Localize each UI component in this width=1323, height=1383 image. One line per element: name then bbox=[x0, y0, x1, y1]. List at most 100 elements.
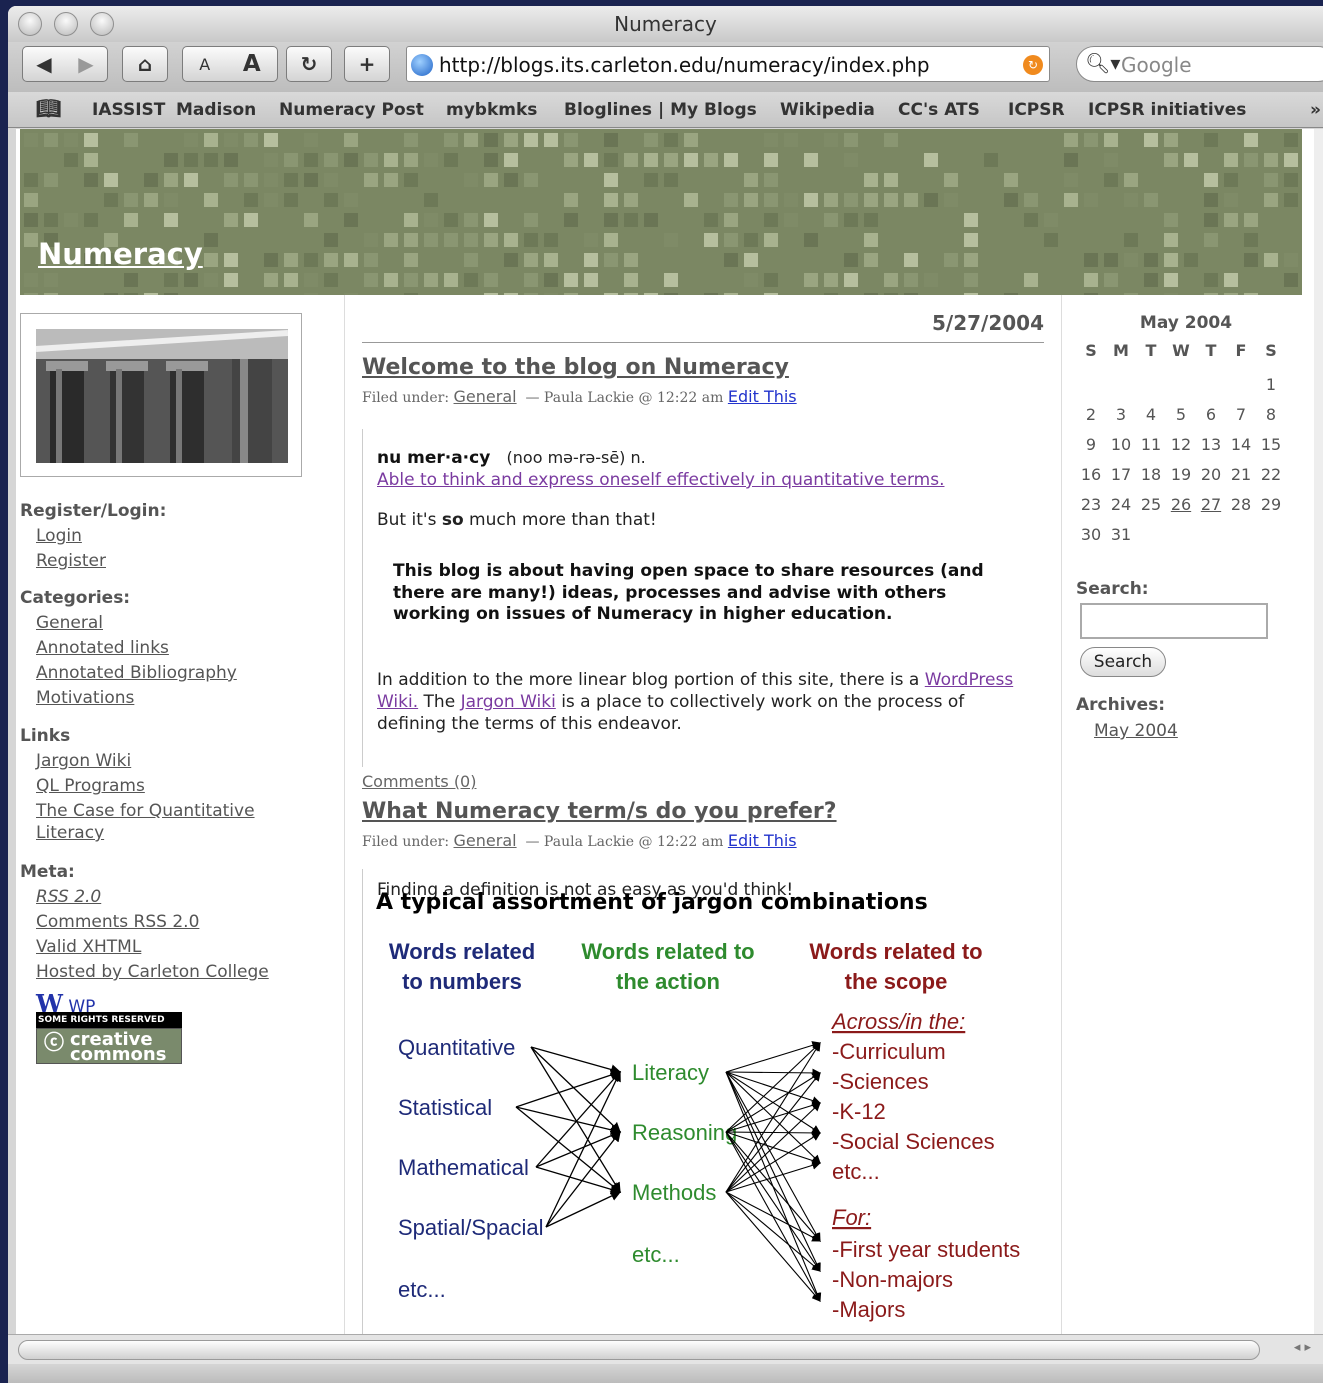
header-tile bbox=[124, 193, 138, 207]
creative-commons-badge[interactable]: SOME RIGHTS RESERVED ⓒ creative commons bbox=[36, 1012, 182, 1064]
bookmark-item[interactable]: Bloglines | My Blogs bbox=[564, 100, 757, 120]
category-link[interactable]: General bbox=[454, 387, 517, 406]
valid-xhtml-link[interactable]: Valid XHTML bbox=[36, 937, 141, 957]
category-link[interactable]: General bbox=[454, 831, 517, 850]
header-tile bbox=[404, 253, 418, 267]
post-title[interactable]: Welcome to the blog on Numeracy bbox=[362, 355, 789, 380]
text-smaller-icon[interactable]: A bbox=[199, 55, 210, 74]
header-tile bbox=[1284, 153, 1298, 167]
text-bigger-icon[interactable]: A bbox=[243, 51, 261, 77]
header-tile bbox=[824, 293, 838, 295]
login-link[interactable]: Login bbox=[36, 526, 82, 546]
bookmark-item[interactable]: mybkmks bbox=[446, 100, 537, 120]
header-tile bbox=[284, 153, 298, 167]
calendar-day-link[interactable]: 26 bbox=[1166, 495, 1196, 514]
header-tile bbox=[584, 253, 598, 267]
vertical-scrollbar[interactable] bbox=[1314, 129, 1323, 1334]
header-tile bbox=[184, 153, 198, 167]
link-case-quantitative[interactable]: The Case for Quantitative bbox=[36, 801, 255, 821]
link-jargon-wiki[interactable]: Jargon Wiki bbox=[36, 751, 131, 771]
rss-link[interactable]: RSS 2.0 bbox=[36, 887, 101, 907]
bookmark-item[interactable]: Numeracy Post bbox=[279, 100, 424, 120]
scope-across-label: Across/in the: bbox=[830, 1009, 965, 1034]
connector-arrow bbox=[725, 1131, 821, 1272]
bookmarks-overflow-icon[interactable]: » bbox=[1310, 100, 1321, 120]
header-tile bbox=[1244, 213, 1258, 227]
scope-word: -Majors bbox=[832, 1297, 905, 1322]
bookmark-item[interactable]: ICPSR bbox=[1008, 100, 1065, 120]
snapback-icon[interactable]: ↻ bbox=[1023, 55, 1043, 75]
bookmark-item[interactable]: Wikipedia bbox=[780, 100, 875, 120]
header-tile bbox=[504, 233, 518, 247]
back-arrow-icon[interactable]: ◀ bbox=[36, 52, 51, 76]
globe-icon bbox=[411, 54, 433, 76]
register-link[interactable]: Register bbox=[36, 551, 106, 571]
jargon-combinations-figure: A typical assortment of jargon combinati… bbox=[376, 890, 1020, 1322]
scroll-arrows-icon[interactable]: ◂ ▸ bbox=[1294, 1340, 1311, 1355]
header-tile bbox=[44, 213, 58, 227]
calendar-day-link[interactable]: 27 bbox=[1196, 495, 1226, 514]
category-link[interactable]: Motivations bbox=[36, 688, 134, 708]
header-tile bbox=[624, 293, 638, 295]
definition-text[interactable]: Able to think and express oneself effect… bbox=[377, 470, 944, 490]
bookmark-item[interactable]: CC's ATS bbox=[898, 100, 980, 120]
address-bar[interactable]: http://blogs.its.carleton.edu/numeracy/i… bbox=[406, 46, 1050, 82]
header-tile bbox=[864, 253, 878, 267]
bookmark-item[interactable]: IASSIST bbox=[92, 100, 165, 120]
header-tile bbox=[884, 173, 898, 187]
comments-link[interactable]: Comments (0) bbox=[362, 772, 476, 791]
edit-link[interactable]: Edit This bbox=[728, 831, 797, 850]
header-tile bbox=[204, 273, 218, 287]
link-ql-programs[interactable]: QL Programs bbox=[36, 776, 145, 796]
link-case-quantitative-cont[interactable]: Literacy bbox=[36, 823, 104, 843]
jargon-wiki-link[interactable]: Jargon Wiki bbox=[461, 692, 556, 712]
archive-link[interactable]: May 2004 bbox=[1094, 721, 1178, 741]
bookmark-item[interactable]: Madison bbox=[176, 100, 256, 120]
header-tile bbox=[284, 253, 298, 267]
calendar-day: 25 bbox=[1140, 495, 1162, 514]
blog-search-input[interactable] bbox=[1080, 603, 1268, 639]
search-icon[interactable]: 🔍︎▾ bbox=[1085, 51, 1120, 75]
back-forward-buttons[interactable]: ◀ ▶ bbox=[22, 46, 108, 82]
category-link[interactable]: Annotated Bibliography bbox=[36, 663, 237, 683]
header-tile bbox=[364, 253, 378, 267]
reload-icon: ↻ bbox=[300, 52, 318, 76]
header-tile bbox=[1004, 293, 1018, 295]
header-tile bbox=[924, 153, 938, 167]
header-tile bbox=[844, 273, 858, 287]
reload-button[interactable]: ↻ bbox=[286, 46, 332, 82]
site-title[interactable]: Numeracy bbox=[38, 237, 203, 271]
category-link[interactable]: Annotated links bbox=[36, 638, 169, 658]
category-link[interactable]: General bbox=[36, 613, 103, 633]
hosted-by-link[interactable]: Hosted by Carleton College bbox=[36, 962, 269, 982]
add-bookmark-button[interactable]: + bbox=[344, 46, 390, 82]
search-button[interactable]: Search bbox=[1080, 647, 1166, 677]
header-tile bbox=[564, 213, 578, 227]
post-title[interactable]: What Numeracy term/s do you prefer? bbox=[362, 799, 837, 824]
header-tile bbox=[444, 153, 458, 167]
url-text[interactable]: http://blogs.its.carleton.edu/numeracy/i… bbox=[439, 53, 930, 77]
search-field[interactable]: 🔍︎▾ Google bbox=[1076, 46, 1323, 82]
header-tile bbox=[1064, 173, 1078, 187]
header-tile bbox=[944, 173, 958, 187]
horizontal-scrollbar[interactable]: ◂ ▸ bbox=[8, 1334, 1323, 1364]
header-tile bbox=[1284, 193, 1298, 207]
bookmark-item[interactable]: ICPSR initiatives bbox=[1088, 100, 1246, 120]
comments-rss-link[interactable]: Comments RSS 2.0 bbox=[36, 912, 199, 932]
header-tile bbox=[604, 173, 618, 187]
header-tile bbox=[264, 153, 278, 167]
forward-arrow-icon[interactable]: ▶ bbox=[78, 52, 93, 76]
scope-word: -Social Sciences bbox=[832, 1129, 995, 1154]
edit-link[interactable]: Edit This bbox=[728, 387, 797, 406]
bookmarks-book-icon[interactable]: 📖︎ bbox=[36, 96, 61, 120]
header-tile bbox=[424, 193, 438, 207]
header-tile bbox=[864, 293, 878, 295]
home-button[interactable]: ⌂ bbox=[122, 46, 168, 82]
connector-arrow bbox=[725, 1102, 821, 1193]
text-size-buttons[interactable]: A A bbox=[182, 46, 278, 82]
header-tile bbox=[584, 233, 598, 247]
definition-link[interactable]: Able to think and express oneself effect… bbox=[377, 469, 944, 491]
header-tile bbox=[424, 153, 438, 167]
scroll-thumb[interactable] bbox=[18, 1340, 1260, 1360]
calendar-day: 6 bbox=[1205, 405, 1217, 424]
